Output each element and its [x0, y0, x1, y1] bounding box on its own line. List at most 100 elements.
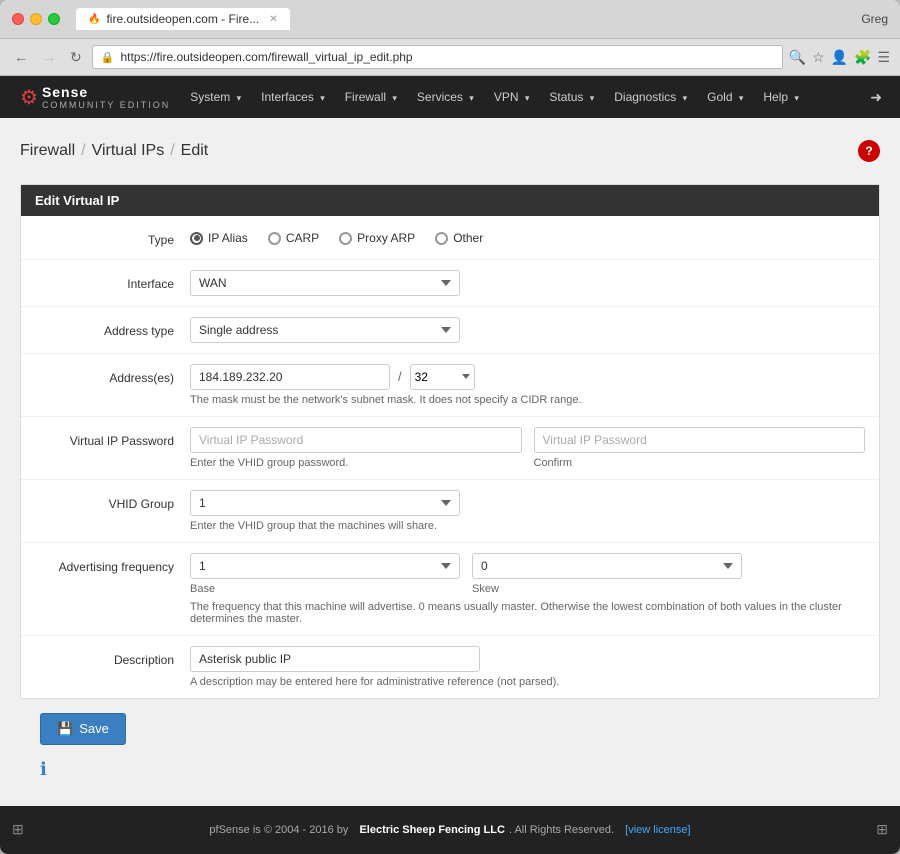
forward-button[interactable]: → [38, 47, 60, 67]
bookmark-icon[interactable]: ☆ [812, 49, 825, 66]
nav-link-diagnostics[interactable]: Diagnostics ▾ [604, 80, 697, 114]
vip-password-row: Virtual IP Password Enter the VHID group… [21, 417, 879, 480]
maximize-button[interactable] [48, 13, 60, 25]
footer-license-link[interactable]: [view license] [625, 824, 690, 836]
url-text: https://fire.outsideopen.com/firewall_vi… [120, 50, 773, 64]
radio-proxy-arp[interactable]: Proxy ARP [339, 231, 415, 245]
browser-tab[interactable]: 🔥 fire.outsideopen.com - Fire... ✕ [76, 8, 290, 30]
description-label: Description [35, 646, 190, 669]
radio-ip-alias-label: IP Alias [208, 231, 248, 245]
radio-ip-alias[interactable]: IP Alias [190, 231, 248, 245]
logo-subtitle: COMMUNITY EDITION [42, 100, 170, 110]
help-icon[interactable]: ? [858, 140, 880, 162]
back-button[interactable]: ← [10, 47, 32, 67]
password-col-2: Confirm [534, 427, 866, 469]
search-icon[interactable]: 🔍 [789, 49, 806, 66]
logo-icon: ⚙ [20, 85, 38, 110]
nav-link-status[interactable]: Status ▾ [539, 80, 604, 114]
info-icon: ℹ [40, 759, 47, 779]
type-radio-group: IP Alias CARP Proxy ARP [190, 226, 865, 245]
nav-item-firewall[interactable]: Firewall ▾ [335, 80, 407, 114]
tab-close-icon[interactable]: ✕ [269, 14, 277, 25]
nav-item-gold[interactable]: Gold ▾ [697, 80, 753, 114]
cidr-select[interactable]: 32 31 30 24 [410, 364, 475, 390]
radio-carp[interactable]: CARP [268, 231, 319, 245]
footer-left-icon: ⊞ [12, 821, 24, 838]
reload-button[interactable]: ↻ [66, 47, 86, 68]
addresses-control: / 32 31 30 24 The mask must be the netwo… [190, 364, 865, 406]
profile-icon[interactable]: 👤 [831, 49, 848, 66]
type-control: IP Alias CARP Proxy ARP [190, 226, 865, 245]
nav-link-vpn[interactable]: VPN ▾ [484, 80, 540, 114]
description-row: Description A description may be entered… [21, 636, 879, 698]
nav-link-firewall[interactable]: Firewall ▾ [335, 80, 407, 114]
nav-link-services[interactable]: Services ▾ [407, 80, 484, 114]
nav-link-gold[interactable]: Gold ▾ [697, 80, 753, 114]
address-type-select[interactable]: Single address Network [190, 317, 460, 343]
password-fields-row: Enter the VHID group password. Confirm [190, 427, 865, 469]
slash-separator: / [398, 369, 402, 384]
footer-right-icon: ⊞ [876, 821, 888, 838]
nav-item-status[interactable]: Status ▾ [539, 80, 604, 114]
radio-other-label: Other [453, 231, 483, 245]
nav-item-help[interactable]: Help ▾ [753, 80, 809, 114]
password-hint-1: Enter the VHID group password. [190, 457, 522, 469]
minimize-button[interactable] [30, 13, 42, 25]
nav-item-interfaces[interactable]: Interfaces ▾ [251, 80, 335, 114]
info-area: ℹ [20, 759, 880, 790]
interface-control: WAN LAN [190, 270, 865, 296]
skew-select[interactable]: 0 1 [472, 553, 742, 579]
footer-wrapper: ⊞ pfSense is © 2004 - 2016 by Electric S… [0, 806, 900, 854]
password-hint-2: Confirm [534, 457, 866, 469]
footer-text: pfSense is © 2004 - 2016 by [209, 824, 348, 836]
radio-proxy-arp-label: Proxy ARP [357, 231, 415, 245]
save-button[interactable]: 💾 Save [40, 713, 126, 745]
menu-icon[interactable]: ☰ [877, 49, 890, 66]
interface-select[interactable]: WAN LAN [190, 270, 460, 296]
vhid-group-select[interactable]: 1 2 3 [190, 490, 460, 516]
user-badge: Greg [861, 12, 888, 26]
vhid-group-row: VHID Group 1 2 3 Enter the VHID group th… [21, 480, 879, 543]
form-body: Type IP Alias CARP [21, 216, 879, 698]
vhid-group-label: VHID Group [35, 490, 190, 513]
advertising-label: Advertising frequency [35, 553, 190, 576]
vip-password-input-1[interactable] [190, 427, 522, 453]
radio-ip-alias-circle [190, 232, 203, 245]
close-button[interactable] [12, 13, 24, 25]
addresses-label: Address(es) [35, 364, 190, 387]
base-label: Base [190, 583, 460, 595]
page-content: Firewall / Virtual IPs / Edit ? Edit Vir… [0, 118, 900, 806]
breadcrumb-firewall: Firewall [20, 142, 75, 160]
advertising-control: 1 2 Base 0 1 Skew [190, 553, 865, 625]
addresses-row: Address(es) / 32 31 30 24 Th [21, 354, 879, 417]
address-bar[interactable]: 🔒 https://fire.outsideopen.com/firewall_… [92, 45, 783, 69]
password-col-1: Enter the VHID group password. [190, 427, 522, 469]
nav-logout-icon[interactable]: ➜ [862, 81, 890, 114]
skew-col: 0 1 Skew [472, 553, 742, 595]
nav-item-diagnostics[interactable]: Diagnostics ▾ [604, 80, 697, 114]
address-hint: The mask must be the network's subnet ma… [190, 394, 865, 406]
radio-other[interactable]: Other [435, 231, 483, 245]
nav-item-system[interactable]: System ▾ [180, 80, 251, 114]
interface-label: Interface [35, 270, 190, 293]
base-select[interactable]: 1 2 [190, 553, 460, 579]
nav-link-system[interactable]: System ▾ [180, 80, 251, 114]
save-icon: 💾 [57, 721, 73, 737]
vip-password-input-2[interactable] [534, 427, 866, 453]
type-row: Type IP Alias CARP [21, 216, 879, 260]
nav-link-help[interactable]: Help ▾ [753, 80, 809, 114]
tab-favicon: 🔥 [88, 14, 100, 25]
breadcrumb-virtual-ips: Virtual IPs [92, 142, 165, 160]
breadcrumb: Firewall / Virtual IPs / Edit ? [20, 134, 880, 168]
description-hint: A description may be entered here for ad… [190, 676, 865, 688]
advertising-hint: The frequency that this machine will adv… [190, 601, 865, 625]
nav-item-services[interactable]: Services ▾ [407, 80, 484, 114]
address-input[interactable] [190, 364, 390, 390]
nav-item-vpn[interactable]: VPN ▾ [484, 80, 540, 114]
address-input-row: / 32 31 30 24 [190, 364, 865, 390]
nav-link-interfaces[interactable]: Interfaces ▾ [251, 80, 335, 114]
extension-icon[interactable]: 🧩 [854, 49, 871, 66]
description-input[interactable] [190, 646, 480, 672]
vhid-group-hint: Enter the VHID group that the machines w… [190, 520, 865, 532]
pfsense-navbar: ⚙ Sense COMMUNITY EDITION System ▾ Inter… [0, 76, 900, 118]
